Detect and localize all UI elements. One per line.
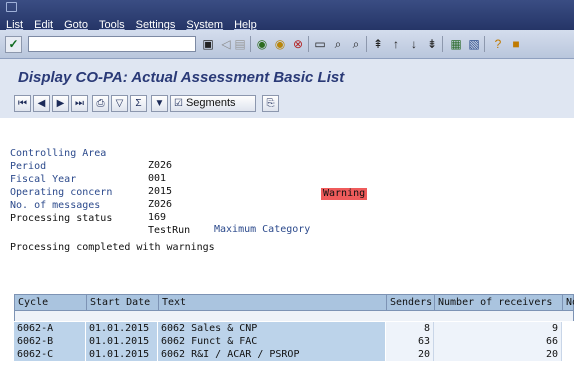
first-page-icon[interactable]: ⇞: [370, 36, 386, 52]
cell-senders[interactable]: 8: [386, 322, 434, 335]
filter-icon[interactable]: ▽: [111, 95, 128, 112]
toolbar-separator: [366, 36, 367, 52]
cell-start-date[interactable]: 01.01.2015: [86, 335, 158, 348]
exit-icon[interactable]: ◉: [272, 36, 288, 52]
table-row[interactable]: 6062-A 01.01.2015 6062 Sales & CNP 8 9: [14, 322, 574, 335]
system-menu-icon[interactable]: [6, 2, 17, 12]
last-icon[interactable]: ⏭: [71, 95, 88, 112]
find-next-icon[interactable]: ⌕: [348, 36, 364, 52]
standard-toolbar: ✓ ▣ ◁ ▤ ◉ ◉ ⊗ ▭ ⌕ ⌕ ⇞ ↑ ↓ ⇟ ▦ ▧ ? ■: [0, 30, 574, 59]
table-header: Cycle Start Date Text Senders Number of …: [14, 294, 574, 311]
toolbar-separator: [250, 36, 251, 52]
print-icon[interactable]: ▭: [312, 36, 328, 52]
content-area: Controlling Area Z026 Period 001 Fiscal …: [0, 118, 574, 388]
cell-start-date[interactable]: 01.01.2015: [86, 348, 158, 361]
segments-icon: ☑: [174, 98, 183, 109]
cancel-icon[interactable]: ⊗: [290, 36, 306, 52]
previous-page-icon[interactable]: ↑: [388, 36, 404, 52]
cell-senders[interactable]: 63: [386, 335, 434, 348]
cell-receivers[interactable]: 66: [434, 335, 562, 348]
layout-menu-icon[interactable]: ■: [508, 36, 524, 52]
previous-icon[interactable]: ◀: [33, 95, 50, 112]
command-field[interactable]: [28, 36, 196, 52]
create-session-icon[interactable]: ▦: [448, 36, 464, 52]
info-row: Period 001: [10, 149, 166, 184]
info-row: Operating concern Z026: [10, 175, 172, 210]
save-icon[interactable]: ▤: [232, 36, 248, 52]
info-value: 169: [148, 212, 167, 223]
column-header-text[interactable]: Text: [159, 295, 387, 310]
warning-badge: Warning: [321, 188, 368, 200]
find-icon[interactable]: ⌕: [330, 36, 346, 52]
application-toolbar: ⏮ ◀ ▶ ⏭ ⎙ ▽ Σ ▼ ☑ Segments ⎘: [0, 91, 574, 119]
print-icon[interactable]: ⎙: [92, 95, 109, 112]
cell-receivers[interactable]: 20: [434, 348, 562, 361]
set-filter-icon[interactable]: ▼: [151, 95, 168, 112]
menu-bar: List Edit Goto Tools Settings System Hel…: [0, 0, 574, 31]
page-title: Display CO-PA: Actual Assessment Basic L…: [18, 69, 345, 86]
table-spacer: [14, 311, 574, 321]
info-row: Controlling Area Z026: [10, 136, 172, 171]
cell-cycle[interactable]: 6062-B: [14, 335, 86, 348]
title-bar: Display CO-PA: Actual Assessment Basic L…: [0, 59, 574, 91]
back-icon[interactable]: ◉: [254, 36, 270, 52]
status-message: Processing completed with warnings: [10, 242, 215, 253]
export-icon[interactable]: ⎘: [262, 95, 279, 112]
first-icon[interactable]: ⏮: [14, 95, 31, 112]
info-row: No. of messages 169 Maximum Category War…: [10, 188, 490, 235]
info-value: 001: [148, 173, 167, 184]
cell-text[interactable]: 6062 Sales & CNP: [158, 322, 386, 335]
segments-label: Segments: [185, 97, 236, 109]
table-row[interactable]: 6062-B 01.01.2015 6062 Funct & FAC 63 66: [14, 335, 574, 348]
toolbar-separator: [442, 36, 443, 52]
cell-cycle[interactable]: 6062-C: [14, 348, 86, 361]
column-header-senders[interactable]: Senders: [387, 295, 435, 310]
cell-receivers[interactable]: 9: [434, 322, 562, 335]
toolbar-separator: [308, 36, 309, 52]
info-value: Z026: [148, 199, 173, 210]
next-page-icon[interactable]: ↓: [406, 36, 422, 52]
info-value: TestRun: [148, 225, 191, 236]
cell-text[interactable]: 6062 Funct & FAC: [158, 335, 386, 348]
info-value: Z026: [148, 160, 173, 171]
column-header-no[interactable]: No: [563, 295, 574, 310]
next-icon[interactable]: ▶: [52, 95, 69, 112]
toolbar-separator: [484, 36, 485, 52]
cell-start-date[interactable]: 01.01.2015: [86, 322, 158, 335]
help-icon[interactable]: ?: [490, 36, 506, 52]
enter-icon[interactable]: ✓: [5, 36, 22, 53]
column-header-start-date[interactable]: Start Date: [87, 295, 159, 310]
sum-icon[interactable]: Σ: [130, 95, 147, 112]
info-row: Processing status TestRun: [10, 201, 190, 236]
info-label: Processing status: [10, 213, 113, 224]
max-category-label: Maximum Category: [214, 224, 311, 235]
column-header-cycle[interactable]: Cycle: [15, 295, 87, 310]
column-header-receivers[interactable]: Number of receivers: [435, 295, 563, 310]
last-page-icon[interactable]: ⇟: [424, 36, 440, 52]
cell-cycle[interactable]: 6062-A: [14, 322, 86, 335]
table-row[interactable]: 6062-C 01.01.2015 6062 R&I / ACAR / PSRO…: [14, 348, 574, 361]
command-history-icon[interactable]: ▣: [200, 36, 216, 52]
segments-button[interactable]: ☑ Segments: [170, 95, 256, 112]
shortcut-icon[interactable]: ▧: [466, 36, 482, 52]
cell-text[interactable]: 6062 R&I / ACAR / PSROP: [158, 348, 386, 361]
cell-senders[interactable]: 20: [386, 348, 434, 361]
info-row: Fiscal Year 2015: [10, 162, 172, 197]
